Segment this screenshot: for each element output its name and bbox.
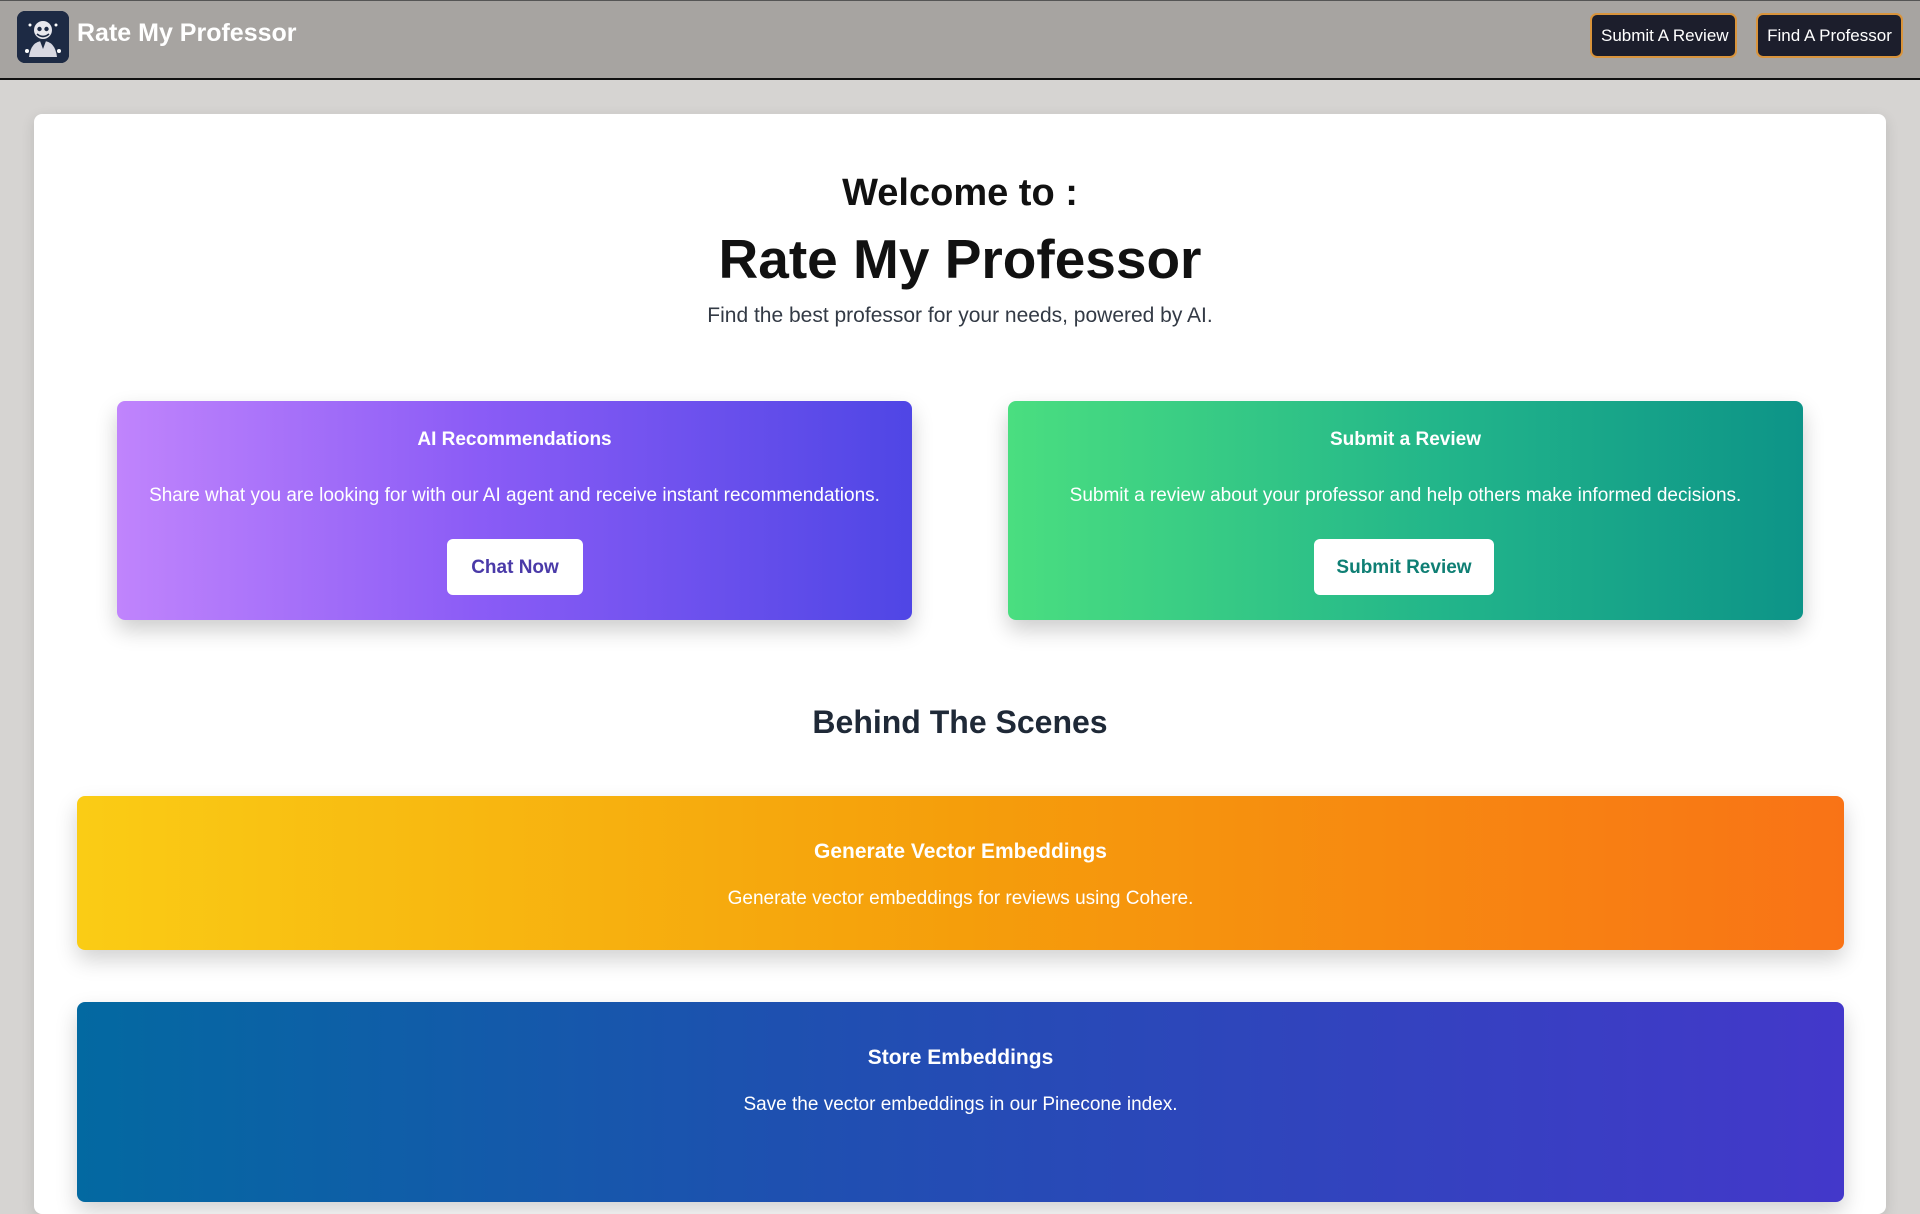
- site-title: Rate My Professor: [718, 228, 1202, 290]
- generate-embeddings-title: Generate Vector Embeddings: [814, 840, 1107, 863]
- welcome-heading: Welcome to :: [842, 172, 1078, 214]
- behind-the-scenes-heading: Behind The Scenes: [812, 704, 1108, 740]
- generate-embeddings-card: Generate Vector Embeddings Generate vect…: [77, 796, 1844, 950]
- tagline: Find the best professor for your needs, …: [707, 304, 1213, 327]
- find-professor-nav-button[interactable]: Find A Professor: [1756, 13, 1903, 58]
- logo-graphic: [17, 11, 69, 63]
- store-embeddings-card: Store Embeddings Save the vector embeddi…: [77, 1002, 1844, 1202]
- ai-recommendations-description: Share what you are looking for with our …: [149, 485, 880, 506]
- submit-review-nav-button[interactable]: Submit A Review: [1590, 13, 1737, 58]
- main-content-card: Welcome to : Rate My Professor Find the …: [34, 114, 1886, 1214]
- submit-review-card: Submit a Review Submit a review about yo…: [1008, 401, 1803, 620]
- store-embeddings-title: Store Embeddings: [867, 1046, 1054, 1069]
- submit-review-description: Submit a review about your professor and…: [1069, 485, 1742, 506]
- generate-embeddings-description: Generate vector embeddings for reviews u…: [727, 888, 1194, 909]
- ai-recommendations-card: AI Recommendations Share what you are lo…: [117, 401, 912, 620]
- ai-recommendations-title: AI Recommendations: [417, 429, 612, 450]
- professor-avatar-icon[interactable]: [17, 11, 69, 63]
- submit-review-title: Submit a Review: [1330, 429, 1481, 450]
- top-navbar: Rate My Professor Submit A Review Find A…: [0, 0, 1920, 80]
- brand-title[interactable]: Rate My Professor: [77, 19, 297, 48]
- chat-now-button[interactable]: Chat Now: [447, 539, 583, 595]
- submit-review-button[interactable]: Submit Review: [1314, 539, 1494, 595]
- store-embeddings-description: Save the vector embeddings in our Pineco…: [743, 1094, 1178, 1115]
